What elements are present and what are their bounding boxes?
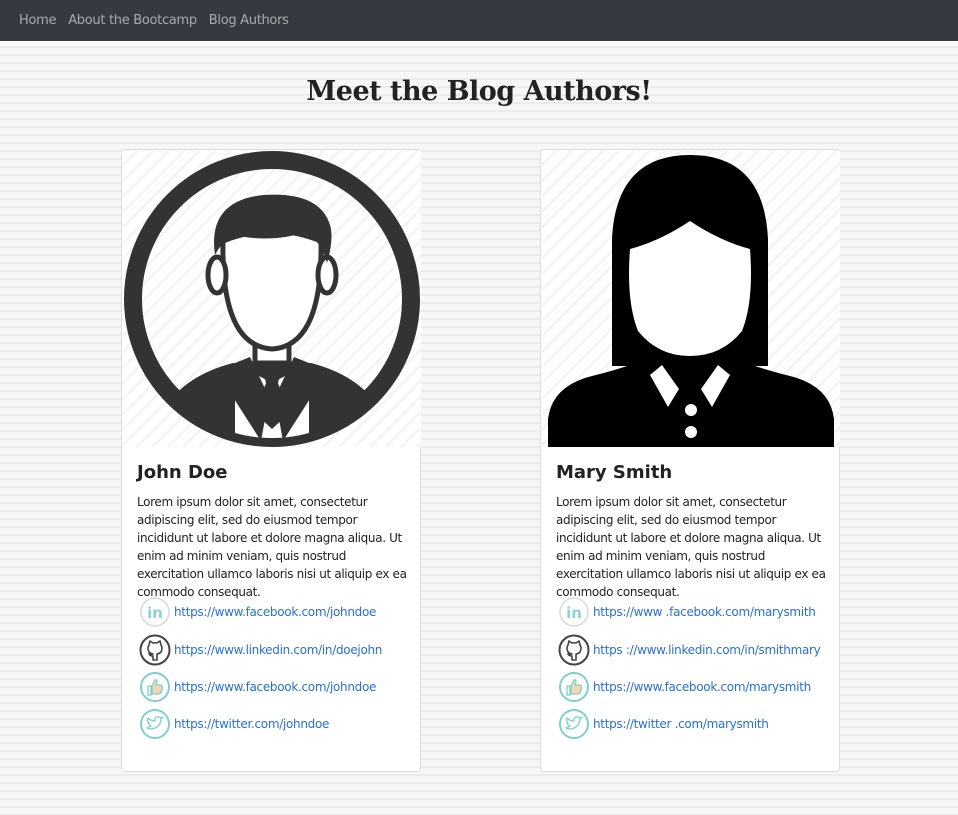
author-name: Mary Smith xyxy=(556,462,673,483)
social-link-row: in https://www.facebook.com/johndoe xyxy=(139,596,376,628)
social-link[interactable]: https://www .facebook.com/marysmith xyxy=(593,605,816,619)
social-link-row: https://twitter.com/johndoe xyxy=(139,708,329,740)
author-avatar xyxy=(542,151,840,447)
social-link-row: in https://www .facebook.com/marysmith xyxy=(558,596,816,628)
author-name: John Doe xyxy=(137,462,228,483)
author-avatar xyxy=(123,151,421,447)
github-icon[interactable] xyxy=(139,634,171,666)
author-card-mary-smith: Mary Smith Lorem ipsum dolor sit amet, c… xyxy=(540,149,840,772)
social-link[interactable]: https://www.facebook.com/johndoe xyxy=(174,605,376,619)
social-link[interactable]: https ://www.linkedin.com/in/smithmary xyxy=(593,643,821,657)
social-link[interactable]: https://www.linkedin.com/in/doejohn xyxy=(174,643,382,657)
svg-text:in: in xyxy=(566,604,582,622)
nav-home-link[interactable]: Home xyxy=(19,13,57,28)
author-bio: Lorem ipsum dolor sit amet, consectetur … xyxy=(556,495,826,599)
author-card-john-doe: John Doe Lorem ipsum dolor sit amet, con… xyxy=(121,149,421,772)
svg-text:in: in xyxy=(147,604,163,622)
author-bio: Lorem ipsum dolor sit amet, consectetur … xyxy=(137,495,407,599)
page-title: Meet the Blog Authors! xyxy=(306,76,652,107)
social-link[interactable]: https://twitter.com/johndoe xyxy=(174,717,329,731)
linkedin-icon[interactable]: in xyxy=(139,596,171,628)
facebook-like-icon[interactable] xyxy=(139,671,171,703)
social-link-row: https://twitter .com/marysmith xyxy=(558,708,769,740)
github-icon[interactable] xyxy=(558,634,590,666)
social-link-row: https ://www.linkedin.com/in/smithmary xyxy=(558,634,821,666)
social-link-row: https://www.facebook.com/johndoe xyxy=(139,671,376,703)
female-user-icon xyxy=(548,155,834,447)
facebook-like-icon[interactable] xyxy=(558,671,590,703)
social-link[interactable]: https://twitter .com/marysmith xyxy=(593,717,769,731)
top-navbar: Home About the Bootcamp Blog Authors xyxy=(0,0,958,41)
twitter-icon[interactable] xyxy=(139,708,171,740)
social-link[interactable]: https://www.facebook.com/johndoe xyxy=(174,680,376,694)
twitter-icon[interactable] xyxy=(558,708,590,740)
social-link-row: https://www.facebook.com/marysmith xyxy=(558,671,811,703)
nav-about-bootcamp-link[interactable]: About the Bootcamp xyxy=(68,13,197,28)
male-user-icon xyxy=(124,151,420,447)
linkedin-icon[interactable]: in xyxy=(558,596,590,628)
social-link-row: https://www.linkedin.com/in/doejohn xyxy=(139,634,382,666)
nav-blog-authors-link[interactable]: Blog Authors xyxy=(209,13,289,28)
social-link[interactable]: https://www.facebook.com/marysmith xyxy=(593,680,811,694)
